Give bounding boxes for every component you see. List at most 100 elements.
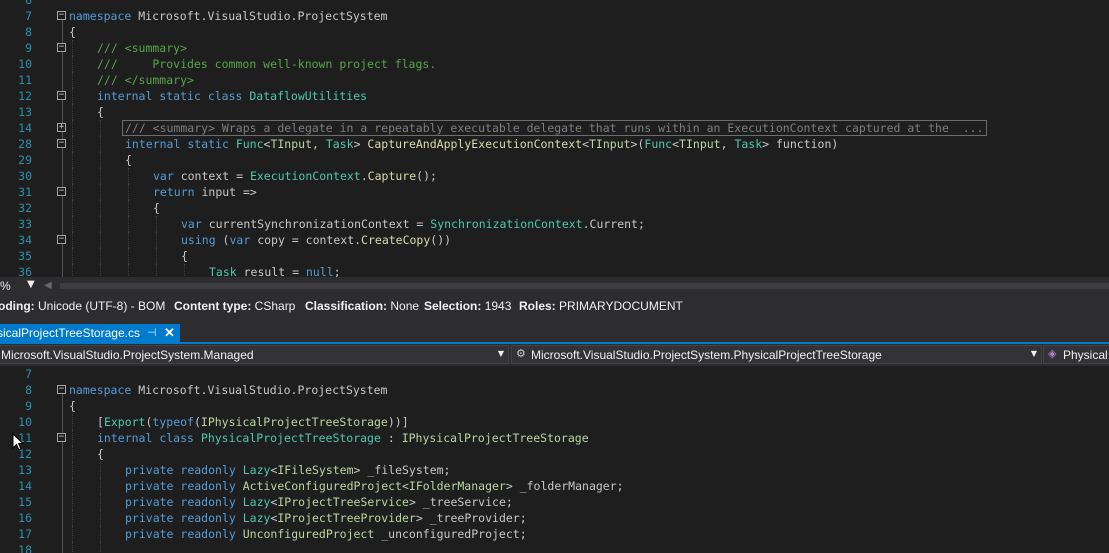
collapse-icon[interactable]: − bbox=[57, 11, 66, 20]
code-line[interactable]: 12 − internal static class DataflowUtiliti… bbox=[0, 88, 1109, 104]
code-line[interactable]: 11− internal class PhysicalProjectTreeSto… bbox=[0, 430, 1109, 446]
code-line[interactable]: 13 private readonly Lazy<IFileSystem> _fi… bbox=[0, 462, 1109, 478]
code-line[interactable]: 32 { bbox=[0, 200, 1109, 216]
line-number: 15 bbox=[18, 495, 32, 509]
code-line[interactable]: 8{ bbox=[0, 24, 1109, 40]
code-line[interactable]: 9{ bbox=[0, 398, 1109, 414]
top-code-editor[interactable]: 6 7− namespace Microsoft.VisualStudio.Proj… bbox=[0, 0, 1109, 277]
collapse-icon[interactable]: − bbox=[57, 385, 66, 394]
indent-guide bbox=[156, 264, 157, 277]
indent-guide bbox=[128, 200, 129, 216]
collapse-icon[interactable]: − bbox=[57, 187, 66, 196]
line-number: 6 bbox=[25, 0, 32, 7]
code-token: SynchronizationContext bbox=[430, 217, 583, 231]
indent-guide bbox=[72, 152, 73, 168]
code-line[interactable]: 9 − /// <summary> bbox=[0, 40, 1109, 56]
code-line[interactable]: 15 private readonly Lazy<IProjectTreeServ… bbox=[0, 494, 1109, 510]
code-text: /// <summary> bbox=[97, 40, 187, 56]
code-line[interactable]: 30 var context = ExecutionContext.Capture… bbox=[0, 168, 1109, 184]
code-text: /// </summary> bbox=[97, 72, 194, 88]
code-token: internal bbox=[125, 137, 181, 151]
code-line[interactable]: 18 bbox=[0, 542, 1109, 553]
code-token: > _folderManager; bbox=[505, 479, 624, 493]
code-line[interactable]: 6 bbox=[0, 0, 1109, 8]
project-dropdown-value: Microsoft.VisualStudio.ProjectSystem.Man… bbox=[1, 348, 254, 362]
indent-guide bbox=[72, 446, 73, 462]
code-line[interactable]: 12{ bbox=[0, 446, 1109, 462]
expand-icon[interactable]: + bbox=[57, 123, 66, 132]
mouse-cursor-icon bbox=[12, 433, 25, 451]
code-line[interactable]: 36 Task result = null; bbox=[0, 264, 1109, 277]
code-line[interactable]: 8 − namespace Microsoft.VisualStudio.Proje… bbox=[0, 382, 1109, 398]
code-line[interactable]: 13 { bbox=[0, 104, 1109, 120]
project-dropdown[interactable]: Microsoft.VisualStudio.ProjectSystem.Man… bbox=[0, 345, 509, 364]
code-token: /// </summary> bbox=[97, 73, 194, 87]
code-line[interactable]: 10 [Export(typeof(IPhysicalProjectTreeSto… bbox=[0, 414, 1109, 430]
zoom-dropdown-arrow-icon[interactable]: ▼ bbox=[27, 279, 35, 290]
collapse-icon[interactable]: − bbox=[57, 91, 66, 100]
scroll-left-arrow-icon[interactable]: ◀ bbox=[44, 280, 52, 291]
code-line[interactable]: 16 private readonly Lazy<IProjectTreeProv… bbox=[0, 510, 1109, 526]
zoom-level[interactable]: % bbox=[0, 279, 11, 293]
code-text: private readonly Lazy<IProjectTreeServic… bbox=[125, 494, 513, 510]
code-token: PhysicalProjectTreeStorage bbox=[200, 431, 381, 445]
indent-guide bbox=[72, 40, 73, 56]
code-token: : bbox=[380, 431, 402, 445]
code-line[interactable]: 11 /// </summary> bbox=[0, 72, 1109, 88]
indent-guide bbox=[100, 248, 101, 264]
collapsed-region[interactable]: /// <summary> Wraps a delegate in a repe… bbox=[122, 120, 987, 136]
code-token: TInput bbox=[270, 137, 312, 151]
code-token: TInput bbox=[589, 137, 631, 151]
selection-info: Selection: 1943 bbox=[424, 299, 511, 313]
code-token: Microsoft.VisualStudio.ProjectSystem bbox=[131, 383, 388, 397]
pin-icon[interactable]: ⊣ bbox=[147, 326, 157, 339]
line-number: 36 bbox=[18, 265, 32, 277]
code-token: ; bbox=[333, 265, 341, 277]
code-token: DataflowUtilities bbox=[249, 89, 368, 103]
code-text: internal static class DataflowUtilities bbox=[97, 88, 367, 104]
code-line[interactable]: 14 + /// <summary> Wraps a delegate in a r… bbox=[0, 120, 1109, 136]
indent-guide bbox=[100, 200, 101, 216]
member-dropdown[interactable]: ◈ Physical bbox=[1043, 345, 1109, 364]
line-number: 14 bbox=[18, 121, 32, 135]
indent-guide bbox=[100, 526, 101, 542]
code-token: ( bbox=[193, 415, 201, 429]
line-number: 35 bbox=[18, 249, 32, 263]
code-token: static bbox=[187, 137, 229, 151]
code-line[interactable]: 28− internal static Func<TInput, Task> Ca… bbox=[0, 136, 1109, 152]
collapse-icon[interactable]: − bbox=[57, 235, 66, 244]
code-text: private readonly Lazy<IProjectTreeProvid… bbox=[125, 510, 527, 526]
indent-guide bbox=[72, 232, 73, 248]
code-line[interactable]: 10 /// Provides common well-known project… bbox=[0, 56, 1109, 72]
collapse-icon[interactable]: − bbox=[57, 139, 66, 148]
bottom-code-editor[interactable]: 7 8− namespace Microsoft.VisualStudio.Proj… bbox=[0, 366, 1109, 553]
classification-value: None bbox=[390, 299, 420, 313]
tab-physical-project-tree-storage[interactable]: sicalProjectTreeStorage.cs ⊣ ✕ bbox=[0, 324, 180, 342]
horizontal-scrollbar[interactable] bbox=[60, 283, 1109, 289]
code-line[interactable]: 7 − namespace Microsoft.VisualStudio.Proje… bbox=[0, 8, 1109, 24]
code-token: , bbox=[312, 137, 326, 151]
code-line[interactable]: 7 bbox=[0, 366, 1109, 382]
indent-guide bbox=[100, 168, 101, 184]
collapse-icon[interactable]: − bbox=[57, 43, 66, 52]
line-number: 11 bbox=[18, 73, 32, 87]
code-line[interactable]: 29 { bbox=[0, 152, 1109, 168]
code-line[interactable]: 34 − using (var copy = context.CreateCopy(… bbox=[0, 232, 1109, 248]
code-text: private readonly ActiveConfiguredProject… bbox=[125, 478, 624, 494]
code-line[interactable]: 17 private readonly UnconfiguredProject _… bbox=[0, 526, 1109, 542]
code-token: TInput bbox=[679, 137, 721, 151]
code-line[interactable]: 31 − return input => bbox=[0, 184, 1109, 200]
code-token: { bbox=[125, 153, 132, 167]
code-line[interactable]: 33 var currentSynchronizationContext = Sy… bbox=[0, 216, 1109, 232]
line-number: 8 bbox=[25, 383, 32, 397]
code-line[interactable]: 35 { bbox=[0, 248, 1109, 264]
indent-guide bbox=[100, 152, 101, 168]
type-dropdown[interactable]: ⚙ Microsoft.VisualStudio.ProjectSystem.P… bbox=[511, 345, 1042, 364]
code-token: Export bbox=[103, 415, 146, 429]
close-icon[interactable]: ✕ bbox=[164, 325, 175, 341]
collapse-icon[interactable]: − bbox=[57, 433, 66, 442]
code-line[interactable]: 14 private readonly ActiveConfiguredProje… bbox=[0, 478, 1109, 494]
